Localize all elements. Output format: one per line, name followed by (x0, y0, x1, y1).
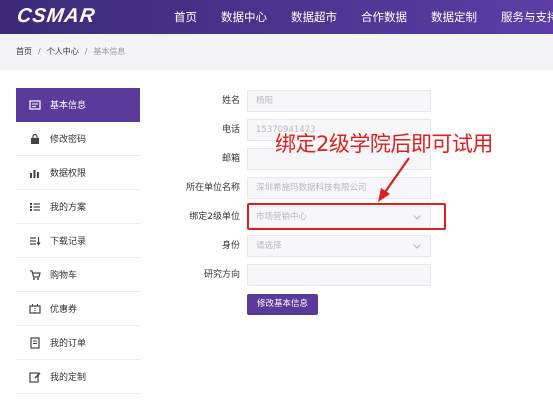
sidebar-item-label: 优惠券 (50, 305, 78, 315)
role-select-placeholder: 请选择 (256, 241, 282, 251)
breadcrumb-bar: 首页 / 个人中心 / 基本信息 (0, 34, 553, 70)
coupon-icon (28, 302, 42, 316)
breadcrumb-personal-center[interactable]: 个人中心 (47, 46, 79, 57)
lock-icon (28, 132, 42, 146)
email-label: 邮箱 (221, 154, 240, 164)
edit-icon (28, 370, 42, 384)
nav-data-custom[interactable]: 数据定制 (431, 0, 477, 34)
form-row-role: 身份 请选择 (170, 235, 440, 257)
profile-card-icon (28, 98, 42, 112)
nav-service-support[interactable]: 服务与支持 (501, 0, 553, 34)
phone-label: 电话 (221, 125, 240, 135)
sidebar-item-change-password[interactable]: 修改密码 (16, 122, 140, 156)
chevron-down-icon (412, 236, 422, 256)
nav-home[interactable]: 首页 (174, 0, 197, 34)
sidebar-item-data-permissions[interactable]: 数据权限 (16, 156, 140, 190)
sidebar: 基本信息 修改密码 数据权限 我的方案 下载记录 购物车 优惠券 我的订单 我的… (16, 88, 140, 394)
sidebar-item-label: 修改密码 (50, 135, 87, 145)
breadcrumb-separator: / (84, 47, 88, 56)
sidebar-item-label: 我的方案 (50, 203, 87, 213)
sidebar-item-label: 购物车 (50, 271, 78, 281)
breadcrumb: 首页 / 个人中心 / 基本信息 (16, 46, 125, 57)
sidebar-item-cart[interactable]: 购物车 (16, 258, 140, 292)
name-label: 姓名 (221, 96, 240, 106)
top-header: CSMAR 首页 数据中心 数据超市 合作数据 数据定制 服务与支持 (0, 0, 553, 34)
order-icon (28, 336, 42, 350)
breadcrumb-home[interactable]: 首页 (16, 46, 32, 57)
sidebar-item-basic-info[interactable]: 基本信息 (16, 88, 140, 122)
nav-data-market[interactable]: 数据超市 (291, 0, 337, 34)
research-label: 研究方向 (203, 270, 240, 280)
sidebar-item-my-plans[interactable]: 我的方案 (16, 190, 140, 224)
cart-icon (28, 268, 42, 282)
breadcrumb-current: 基本信息 (93, 47, 126, 56)
name-field[interactable]: 杨阳 (247, 90, 431, 112)
sidebar-item-my-orders[interactable]: 我的订单 (16, 326, 140, 360)
update-info-button[interactable]: 修改基本信息 (247, 294, 318, 315)
nav-data-center[interactable]: 数据中心 (221, 0, 267, 34)
csmar-logo[interactable]: CSMAR (15, 5, 97, 28)
role-select[interactable]: 请选择 (247, 235, 431, 257)
annotation-text: 绑定2级学院后即可试用 (275, 132, 493, 156)
org-label: 所在单位名称 (185, 183, 240, 193)
annotation-highlight-box (247, 203, 446, 230)
form-row-research: 研究方向 (170, 264, 440, 286)
sidebar-item-label: 基本信息 (50, 101, 87, 111)
main-nav: 首页 数据中心 数据超市 合作数据 数据定制 服务与支持 (160, 0, 553, 34)
research-field[interactable] (247, 264, 431, 286)
sidebar-item-label: 我的定制 (50, 373, 87, 383)
sidebar-item-label: 我的订单 (50, 339, 87, 349)
sidebar-item-label: 数据权限 (50, 169, 87, 179)
dept-label: 绑定2级单位 (189, 212, 240, 222)
download-list-icon (28, 234, 42, 248)
sidebar-item-download-history[interactable]: 下载记录 (16, 224, 140, 258)
sidebar-item-label: 下载记录 (50, 237, 87, 247)
list-icon (28, 200, 42, 214)
bar-chart-icon (28, 166, 42, 180)
breadcrumb-separator: / (38, 47, 41, 56)
nav-partner-data[interactable]: 合作数据 (361, 0, 407, 34)
role-label: 身份 (221, 241, 240, 251)
sidebar-item-coupons[interactable]: 优惠券 (16, 292, 140, 326)
sidebar-item-my-custom[interactable]: 我的定制 (16, 360, 140, 394)
form-row-name: 姓名 杨阳 (170, 90, 440, 112)
annotation-arrow-icon (378, 157, 410, 202)
